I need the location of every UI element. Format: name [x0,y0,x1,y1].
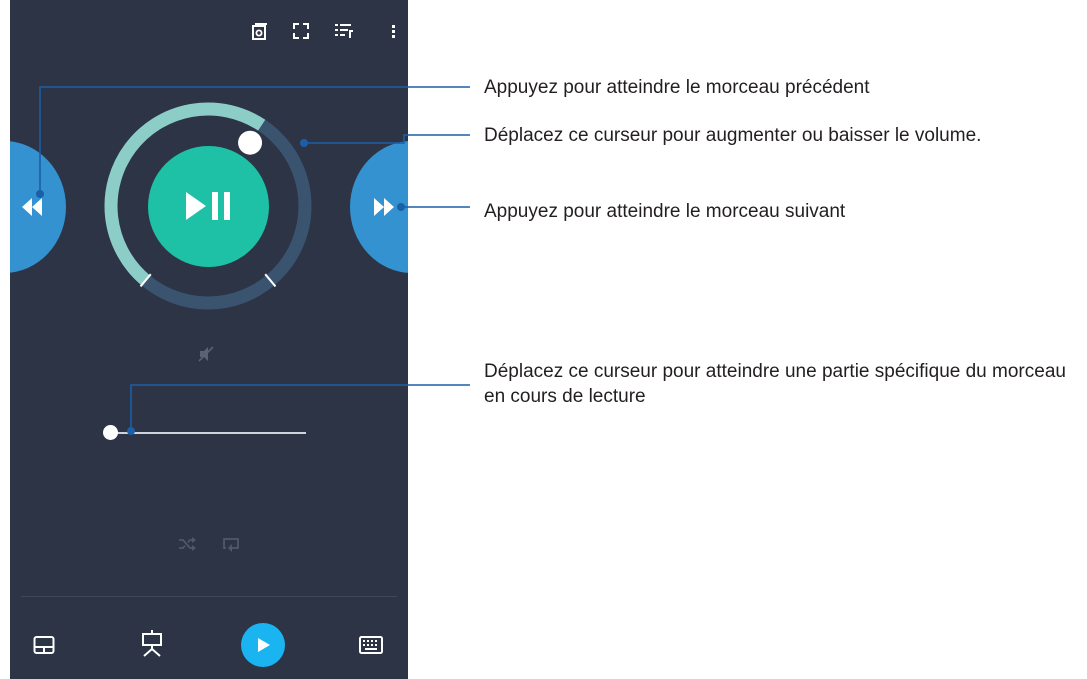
remote-player-screen [10,0,408,679]
bottom-bar-divider [21,596,397,597]
callout-next-track: Appuyez pour atteindre le morceau suivan… [484,201,846,222]
presentation-icon[interactable] [140,629,164,657]
volume-dial[interactable] [10,0,408,679]
seek-slider-thumb[interactable] [103,425,118,440]
play-pause-button[interactable] [148,146,269,267]
callout-volume: Déplacez ce curseur pour augmenter ou ba… [484,125,982,146]
callout-seek: Déplacez ce curseur pour atteindre une p… [484,361,1066,407]
callout-previous-track: Appuyez pour atteindre le morceau précéd… [484,77,870,98]
play-icon [258,638,270,652]
seek-slider-track[interactable] [111,432,306,434]
touchpad-icon[interactable] [33,634,55,656]
keyboard-icon[interactable] [359,636,383,654]
volume-slider-thumb[interactable] [238,130,263,155]
shuffle-icon[interactable] [178,536,196,552]
repeat-icon[interactable] [222,536,240,554]
volume-mute-icon[interactable] [198,346,214,362]
bottom-play-button[interactable] [241,623,285,667]
play-pause-icon [186,192,230,220]
